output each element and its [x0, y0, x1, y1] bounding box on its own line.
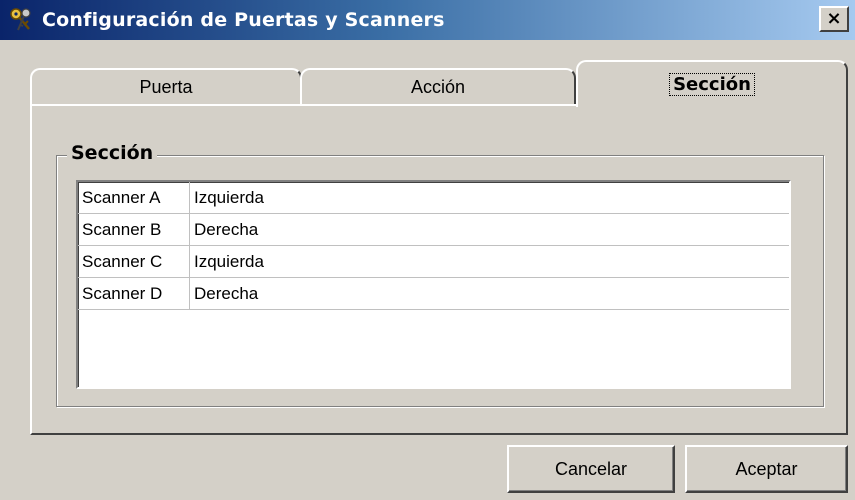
scanner-name-cell[interactable]: Scanner D [78, 278, 190, 309]
scanner-name-cell[interactable]: Scanner B [78, 214, 190, 245]
keys-icon [8, 6, 36, 34]
close-icon: × [826, 8, 842, 29]
tab-control: Puerta Acción Sección Sección Scanner A … [30, 60, 848, 435]
scanner-name-cell[interactable]: Scanner C [78, 246, 190, 277]
scanner-side-cell[interactable]: Izquierda [190, 182, 789, 213]
cancel-button-label: Cancelar [554, 458, 628, 479]
tab-seccion-label: Sección [669, 73, 755, 96]
tab-puerta[interactable]: Puerta [30, 68, 302, 104]
tab-panel-seccion: Sección Scanner A Izquierda Scanner B De… [30, 104, 848, 435]
title-bar[interactable]: Configuración de Puertas y Scanners × [0, 0, 855, 40]
scanner-side-cell[interactable]: Derecha [190, 278, 789, 309]
tab-seccion[interactable]: Sección [576, 60, 848, 107]
scanner-section-grid[interactable]: Scanner A Izquierda Scanner B Derecha Sc… [76, 180, 791, 389]
table-row[interactable]: Scanner C Izquierda [78, 246, 789, 278]
table-row[interactable]: Scanner D Derecha [78, 278, 789, 310]
table-row[interactable]: Scanner B Derecha [78, 214, 789, 246]
accept-button[interactable]: Aceptar [685, 445, 848, 493]
cancel-button[interactable]: Cancelar [507, 445, 675, 493]
tab-puerta-label: Puerta [139, 76, 193, 97]
window-title: Configuración de Puertas y Scanners [42, 9, 445, 31]
groupbox-title: Sección [67, 142, 158, 164]
accept-button-label: Aceptar [735, 458, 798, 479]
scanner-side-cell[interactable]: Derecha [190, 214, 789, 245]
table-row[interactable]: Scanner A Izquierda [78, 182, 789, 214]
seccion-groupbox: Sección Scanner A Izquierda Scanner B De… [56, 142, 824, 407]
close-button[interactable]: × [819, 6, 849, 32]
scanner-side-cell[interactable]: Izquierda [190, 246, 789, 277]
tab-accion-label: Acción [410, 76, 466, 97]
scanner-name-cell[interactable]: Scanner A [78, 182, 190, 213]
tab-accion[interactable]: Acción [300, 68, 576, 104]
